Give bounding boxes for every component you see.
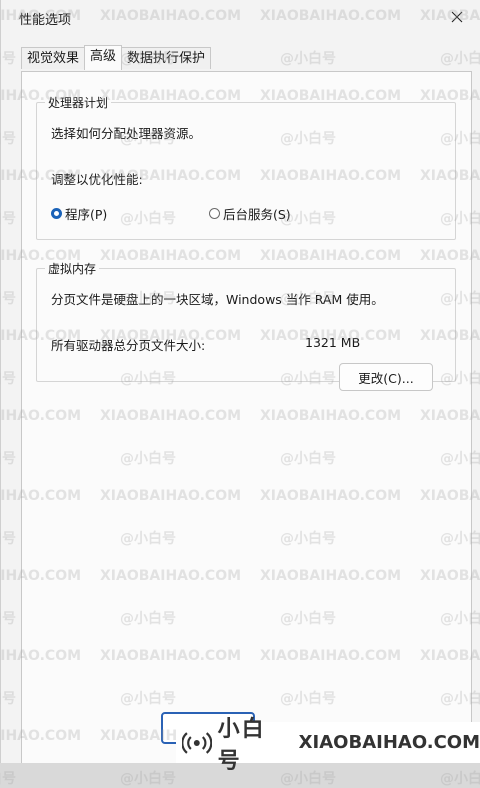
- radio-background-services-dot[interactable]: [209, 208, 220, 219]
- radio-background-services[interactable]: 后台服务(S): [209, 204, 291, 223]
- tab-data-execution-prevention[interactable]: 数据执行保护: [121, 47, 212, 69]
- brand-name: 小白号: [217, 716, 266, 774]
- tab-advanced[interactable]: 高级: [84, 45, 123, 70]
- radio-programs-dot[interactable]: [51, 208, 62, 219]
- radio-background-services-label: 后台服务(S): [223, 207, 291, 222]
- close-button[interactable]: [437, 2, 477, 32]
- processor-description: 选择如何分配处理器资源。: [51, 126, 202, 141]
- radio-programs[interactable]: 程序(P): [51, 204, 107, 223]
- virtual-memory-description: 分页文件是硬盘上的一块区域，Windows 当作 RAM 使用。: [51, 292, 384, 307]
- tab-strip: 视觉效果 高级 数据执行保护: [21, 45, 212, 71]
- optimize-label: 调整以优化性能:: [51, 172, 143, 187]
- watermark-text: @小白号: [120, 771, 176, 787]
- total-paging-file-label: 所有驱动器总分页文件大小:: [51, 338, 206, 353]
- virtual-memory-group: 虚拟内存 分页文件是硬盘上的一块区域，Windows 当作 RAM 使用。 所有…: [36, 260, 456, 391]
- performance-options-dialog: 性能选项 视觉效果 高级 数据执行保护 处理器计划 选择如何分配处理器资源。 调…: [0, 0, 480, 763]
- close-icon: [451, 11, 463, 23]
- brand-banner: 小白号 XIAOBAIHAO.COM: [176, 717, 480, 774]
- broadcast-icon: [182, 731, 212, 754]
- watermark-text: @小白号: [440, 771, 480, 787]
- brand-url: XIAOBAIHAO.COM: [298, 732, 480, 753]
- window-title: 性能选项: [19, 13, 72, 28]
- advanced-tab-panel: 处理器计划 选择如何分配处理器资源。 调整以优化性能: 程序(P) 后台服务(S…: [21, 71, 472, 763]
- processor-scheduling-legend: 处理器计划: [45, 94, 112, 111]
- change-virtual-memory-button[interactable]: 更改(C)...: [339, 363, 433, 391]
- total-paging-file-value: 1321 MB: [305, 335, 361, 350]
- title-bar[interactable]: 性能选项: [1, 0, 480, 34]
- radio-programs-label: 程序(P): [65, 207, 108, 222]
- processor-scheduling-group: 处理器计划 选择如何分配处理器资源。 调整以优化性能: 程序(P) 后台服务(S…: [36, 94, 456, 240]
- virtual-memory-legend: 虚拟内存: [45, 260, 100, 277]
- tab-visual-effects[interactable]: 视觉效果: [21, 47, 86, 69]
- watermark-text: @小白号: [0, 771, 16, 787]
